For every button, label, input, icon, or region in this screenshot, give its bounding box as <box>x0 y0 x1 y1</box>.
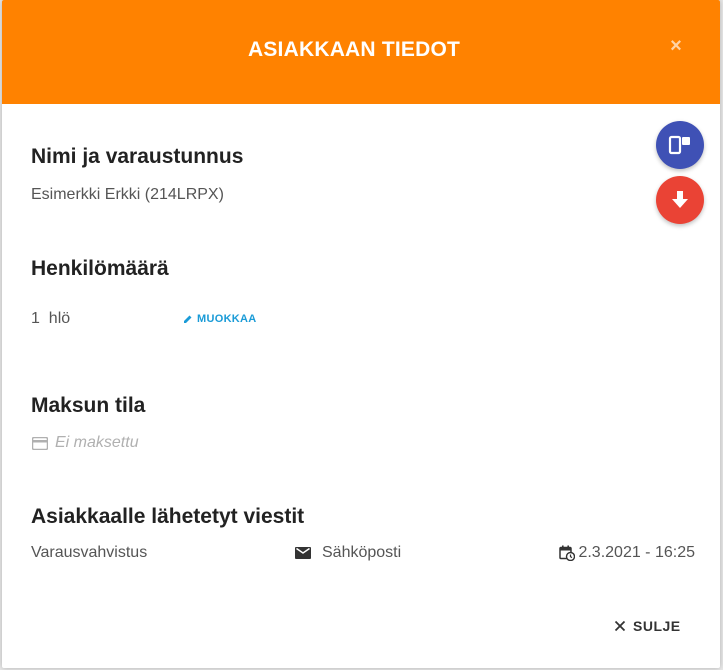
close-icon[interactable]: × <box>666 34 686 58</box>
message-time-label: 2.3.2021 - 16:25 <box>578 544 695 561</box>
people-section-title: Henkilömäärä <box>31 257 169 280</box>
edit-people-label: MUOKKAA <box>197 313 257 325</box>
download-button[interactable] <box>656 176 704 224</box>
customer-details-dialog: ASIAKKAAN TIEDOT × Nimi ja varaustunnus … <box>2 0 720 668</box>
messages-section-title: Asiakkaalle lähetetyt viestit <box>31 505 305 528</box>
people-count-value: 1 hlö <box>31 310 71 327</box>
message-type: Varausvahvistus <box>31 544 148 561</box>
device-switch-button[interactable] <box>656 121 704 169</box>
message-row: Varausvahvistus Sähköposti 2.3.2021 - 16… <box>31 544 695 566</box>
customer-name-value: Esimerkki Erkki (214LRPX) <box>31 186 224 203</box>
message-time: 2.3.2021 - 16:25 <box>559 544 695 562</box>
pencil-icon <box>184 315 192 323</box>
credit-card-icon <box>32 436 48 450</box>
payment-section-title: Maksun tila <box>31 394 146 417</box>
edit-people-button[interactable]: MUOKKAA <box>183 313 257 325</box>
payment-status: Ei maksettu <box>32 434 139 452</box>
message-channel-label: Sähköposti <box>322 544 402 561</box>
calendar-clock-icon <box>559 545 576 561</box>
close-icon <box>614 620 626 632</box>
device-switch-icon <box>668 135 690 155</box>
message-channel: Sähköposti <box>295 544 401 562</box>
download-arrow-icon <box>672 191 688 208</box>
dialog-title: ASIAKKAAN TIEDOT <box>247 38 461 61</box>
dialog-header: ASIAKKAAN TIEDOT × <box>2 0 720 104</box>
mail-icon <box>295 547 311 559</box>
close-dialog-button[interactable]: SULJE <box>614 618 681 634</box>
name-section-title: Nimi ja varaustunnus <box>31 145 244 168</box>
payment-status-label: Ei maksettu <box>55 434 139 451</box>
close-dialog-label: SULJE <box>633 618 681 634</box>
